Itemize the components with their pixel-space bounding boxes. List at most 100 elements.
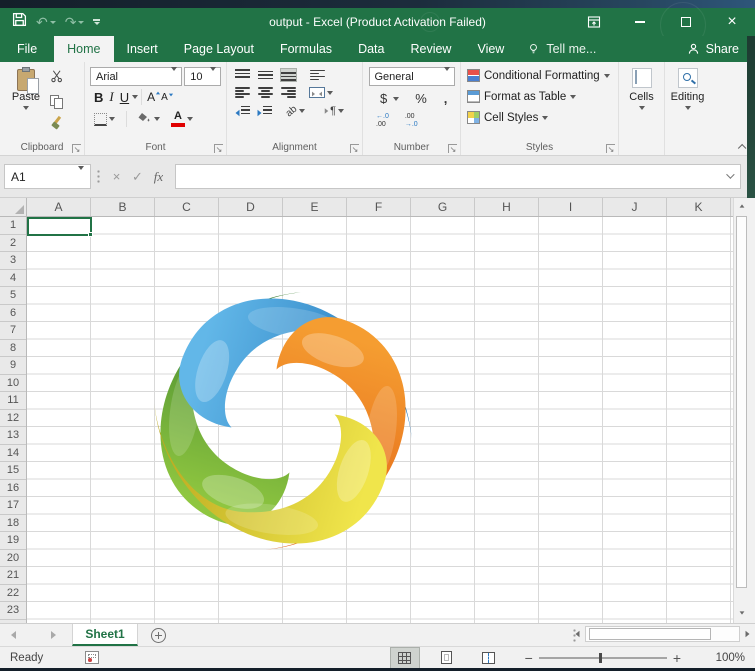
font-dialog-launcher-icon[interactable]: ↘ (214, 144, 223, 153)
column-header[interactable]: C (155, 198, 219, 216)
tab-page-layout[interactable]: Page Layout (171, 36, 267, 62)
accounting-dropdown-icon[interactable] (393, 97, 399, 101)
increase-decimal-button[interactable]: ←.0.00 (373, 113, 392, 128)
conditional-formatting-dropdown-icon[interactable] (604, 74, 610, 78)
cell-styles-dropdown-icon[interactable] (542, 116, 548, 120)
tab-formulas[interactable]: Formulas (267, 36, 345, 62)
minimize-button[interactable] (617, 8, 663, 36)
row-header[interactable]: 14 (0, 445, 26, 463)
maximize-button[interactable] (663, 8, 709, 36)
tab-home[interactable]: Home (54, 36, 113, 62)
decrease-indent-button[interactable] (235, 106, 250, 117)
sheet-tab-sheet1[interactable]: Sheet1 (72, 624, 138, 646)
row-header[interactable]: 21 (0, 567, 26, 585)
row-header[interactable]: 4 (0, 270, 26, 288)
horizontal-scroll-thumb[interactable] (589, 628, 711, 640)
row-header[interactable]: 5 (0, 287, 26, 305)
font-name-dropdown-icon[interactable] (167, 71, 181, 83)
underline-button[interactable]: U (117, 90, 132, 105)
row-header[interactable]: 22 (0, 585, 26, 603)
row-header[interactable]: 16 (0, 480, 26, 498)
fill-color-dropdown-icon[interactable] (154, 117, 160, 121)
cancel-button[interactable]: × (106, 166, 127, 188)
row-header[interactable]: 19 (0, 532, 26, 550)
center-button[interactable] (258, 87, 273, 98)
wrap-text-button[interactable] (310, 70, 325, 81)
cell-grid[interactable] (27, 217, 733, 623)
format-painter-button[interactable] (50, 116, 63, 130)
column-header[interactable]: F (347, 198, 411, 216)
cells-dropdown-icon[interactable] (639, 106, 645, 110)
conditional-formatting-button[interactable]: Conditional Formatting (467, 65, 616, 86)
ribbon-display-options-button[interactable] (571, 8, 617, 36)
row-header[interactable]: 23 (0, 602, 26, 620)
row-header[interactable]: 2 (0, 235, 26, 253)
paste-button[interactable]: Paste (5, 67, 47, 133)
bold-button[interactable]: B (91, 90, 106, 105)
percent-style-button[interactable]: % (411, 91, 431, 106)
column-header[interactable]: D (219, 198, 283, 216)
accounting-format-button[interactable]: $ (373, 90, 402, 107)
align-right-button[interactable] (281, 87, 296, 98)
align-left-button[interactable] (235, 87, 250, 98)
scroll-left-icon[interactable] (570, 627, 585, 642)
previous-sheet-button[interactable] (0, 624, 26, 646)
italic-button[interactable]: I (106, 89, 116, 105)
selected-cell-a1[interactable] (27, 217, 92, 236)
styles-dialog-launcher-icon[interactable]: ↘ (606, 144, 615, 153)
font-color-dropdown-icon[interactable] (187, 117, 193, 121)
orientation-button[interactable]: ab (283, 105, 308, 118)
name-box[interactable]: A1 (4, 164, 91, 189)
decrease-decimal-button[interactable]: .00→.0 (402, 113, 421, 128)
paste-dropdown-icon[interactable] (23, 106, 29, 110)
row-header[interactable]: 6 (0, 305, 26, 323)
zoom-level[interactable]: 100% (693, 652, 745, 664)
bottom-align-button[interactable] (281, 69, 296, 81)
row-header[interactable]: 15 (0, 462, 26, 480)
scroll-down-icon[interactable] (734, 605, 749, 620)
tab-view[interactable]: View (464, 36, 517, 62)
enter-button[interactable]: ✓ (127, 166, 148, 188)
insert-function-button[interactable]: fx (148, 166, 169, 188)
row-header[interactable]: 7 (0, 322, 26, 340)
copy-button[interactable] (50, 95, 63, 109)
text-direction-button[interactable]: ¶ (321, 104, 347, 118)
worksheet-area[interactable]: ABCDEFGHIJK 1234567891011121314151617181… (0, 198, 755, 623)
alignment-dialog-launcher-icon[interactable]: ↘ (350, 144, 359, 153)
collapse-ribbon-button[interactable] (737, 143, 745, 151)
format-as-table-dropdown-icon[interactable] (570, 95, 576, 99)
zoom-out-button[interactable]: − (519, 650, 539, 666)
row-header[interactable]: 13 (0, 427, 26, 445)
row-header[interactable]: 18 (0, 515, 26, 533)
row-header[interactable]: 17 (0, 497, 26, 515)
merge-center-button[interactable] (306, 86, 336, 99)
column-header[interactable]: G (411, 198, 475, 216)
comma-style-button[interactable]: , (440, 91, 452, 106)
vertical-scrollbar[interactable] (733, 198, 748, 623)
editing-group[interactable]: Editing (664, 62, 710, 155)
page-break-view-button[interactable] (475, 648, 503, 668)
row-header[interactable]: 10 (0, 375, 26, 393)
top-align-button[interactable] (235, 69, 250, 81)
tab-review[interactable]: Review (397, 36, 464, 62)
tab-insert[interactable]: Insert (114, 36, 171, 62)
middle-align-button[interactable] (258, 69, 273, 81)
editing-dropdown-icon[interactable] (685, 106, 691, 110)
next-sheet-button[interactable] (40, 624, 66, 646)
column-header[interactable]: J (603, 198, 667, 216)
tab-data[interactable]: Data (345, 36, 397, 62)
column-header[interactable]: E (283, 198, 347, 216)
formula-input[interactable] (175, 164, 741, 189)
select-all-corner[interactable] (0, 198, 27, 217)
increase-font-size-button[interactable]: A (145, 90, 159, 104)
expand-formula-bar-icon[interactable] (726, 173, 734, 181)
merge-dropdown-icon[interactable] (327, 91, 333, 95)
zoom-slider-thumb[interactable] (599, 653, 603, 663)
new-sheet-button[interactable] (138, 624, 178, 646)
format-as-table-button[interactable]: Format as Table (467, 86, 616, 107)
scroll-right-icon[interactable] (740, 627, 755, 642)
font-size-dropdown-icon[interactable] (206, 71, 220, 83)
row-header[interactable]: 20 (0, 550, 26, 568)
row-header[interactable]: 9 (0, 357, 26, 375)
borders-dropdown-icon[interactable] (109, 117, 115, 121)
